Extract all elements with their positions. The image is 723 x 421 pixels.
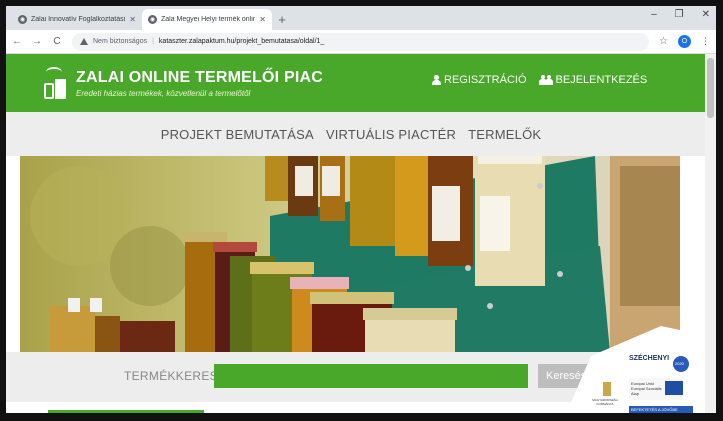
brand-title: ZALAI ONLINE TERMELŐI PIAC xyxy=(76,68,323,86)
scrollbar-thumb[interactable] xyxy=(707,58,714,118)
login-label: BEJELENTKEZÉS xyxy=(555,74,648,86)
badge-gov: MAGYARORSZÁG KORMÁNYA xyxy=(592,398,618,406)
brand[interactable]: ZALAI ONLINE TERMELŐI PIAC Eredeti házia… xyxy=(76,69,323,98)
login-link[interactable]: BEJELENTKEZÉS xyxy=(538,74,648,86)
badge-footer: BEFEKTETÉS A JÖVŐBE xyxy=(631,407,678,412)
nav-item-projekt[interactable]: PROJEKT BEMUTATÁSA xyxy=(161,127,314,142)
tab-active[interactable]: ◉ Zala Megyei Helyi termék onlin... ✕ xyxy=(142,9,272,30)
page-scrollbar[interactable] xyxy=(705,54,716,413)
main-nav: PROJEKT BEMUTATÁSA VIRTUÁLIS PIACTÉR TER… xyxy=(6,112,716,156)
close-window-button[interactable]: ✕ xyxy=(702,9,710,20)
close-icon[interactable]: ✕ xyxy=(129,15,136,24)
tab-strip: ◉ Zalai Innovatív Foglalkoztatási Pa ✕ ◉… xyxy=(6,6,716,30)
browser-window: ◉ Zalai Innovatív Foglalkoztatási Pa ✕ ◉… xyxy=(0,0,723,421)
back-button[interactable]: ← xyxy=(12,36,22,47)
menu-icon[interactable]: ⋮ xyxy=(701,36,710,47)
new-tab-button[interactable]: + xyxy=(272,9,292,30)
badge-suffix: 2020 xyxy=(675,361,684,366)
szechenyi-badge: SZÉCHENYI 2020 Európai Unió Európai Szoc… xyxy=(561,326,716,413)
jars-photo xyxy=(20,156,680,352)
tab-title: Zala Megyei Helyi termék onlin... xyxy=(161,16,256,23)
user-icon xyxy=(432,75,441,85)
register-link[interactable]: REGISZTRÁCIÓ xyxy=(432,74,527,86)
badge-title: SZÉCHENYI xyxy=(629,355,670,362)
search-label: TERMÉKKERESŐ xyxy=(124,369,228,383)
tab-title: Zalai Innovatív Foglalkoztatási Pa xyxy=(31,16,126,23)
brand-subtitle: Eredeti házias termékek, közvetlenül a t… xyxy=(76,88,251,98)
divider: | xyxy=(152,38,154,45)
globe-icon: ◉ xyxy=(18,15,27,24)
green-strip xyxy=(48,410,204,413)
address-bar[interactable]: Nem biztonságos | kataszter.zalapaktum.h… xyxy=(72,32,650,51)
profile-avatar[interactable]: O xyxy=(678,35,691,48)
globe-icon: ◉ xyxy=(148,15,157,24)
nav-item-termelok[interactable]: TERMELŐK xyxy=(468,127,541,142)
search-input[interactable] xyxy=(214,364,528,388)
maximize-button[interactable]: ❐ xyxy=(675,9,684,20)
register-label: REGISZTRÁCIÓ xyxy=(444,74,527,86)
tab-inactive[interactable]: ◉ Zalai Innovatív Foglalkoztatási Pa ✕ xyxy=(12,9,142,30)
browser-toolbar: ← → C Nem biztonságos | kataszter.zalapa… xyxy=(6,30,716,54)
reload-button[interactable]: C xyxy=(52,36,62,47)
site-header: ZALAI ONLINE TERMELŐI PIAC Eredeti házia… xyxy=(6,54,716,112)
hero-image xyxy=(20,156,680,352)
auth-links: REGISZTRÁCIÓ BEJELENTKEZÉS xyxy=(432,74,647,86)
security-label: Nem biztonságos xyxy=(93,38,148,45)
minimize-button[interactable]: – xyxy=(651,9,657,20)
star-icon[interactable]: ☆ xyxy=(659,36,668,47)
window-controls: – ❐ ✕ xyxy=(651,9,710,20)
users-icon xyxy=(538,75,553,85)
badge-eu-text: Európai Unió Európai Szociális Alap xyxy=(631,381,662,396)
logo-icon[interactable] xyxy=(44,67,66,99)
nav-item-piacter[interactable]: VIRTUÁLIS PIACTÉR xyxy=(326,127,456,142)
forward-button[interactable]: → xyxy=(32,36,42,47)
warning-icon xyxy=(80,38,88,45)
url-text: kataszter.zalapaktum.hu/projekt_bemutata… xyxy=(158,38,325,45)
close-icon[interactable]: ✕ xyxy=(259,15,266,24)
